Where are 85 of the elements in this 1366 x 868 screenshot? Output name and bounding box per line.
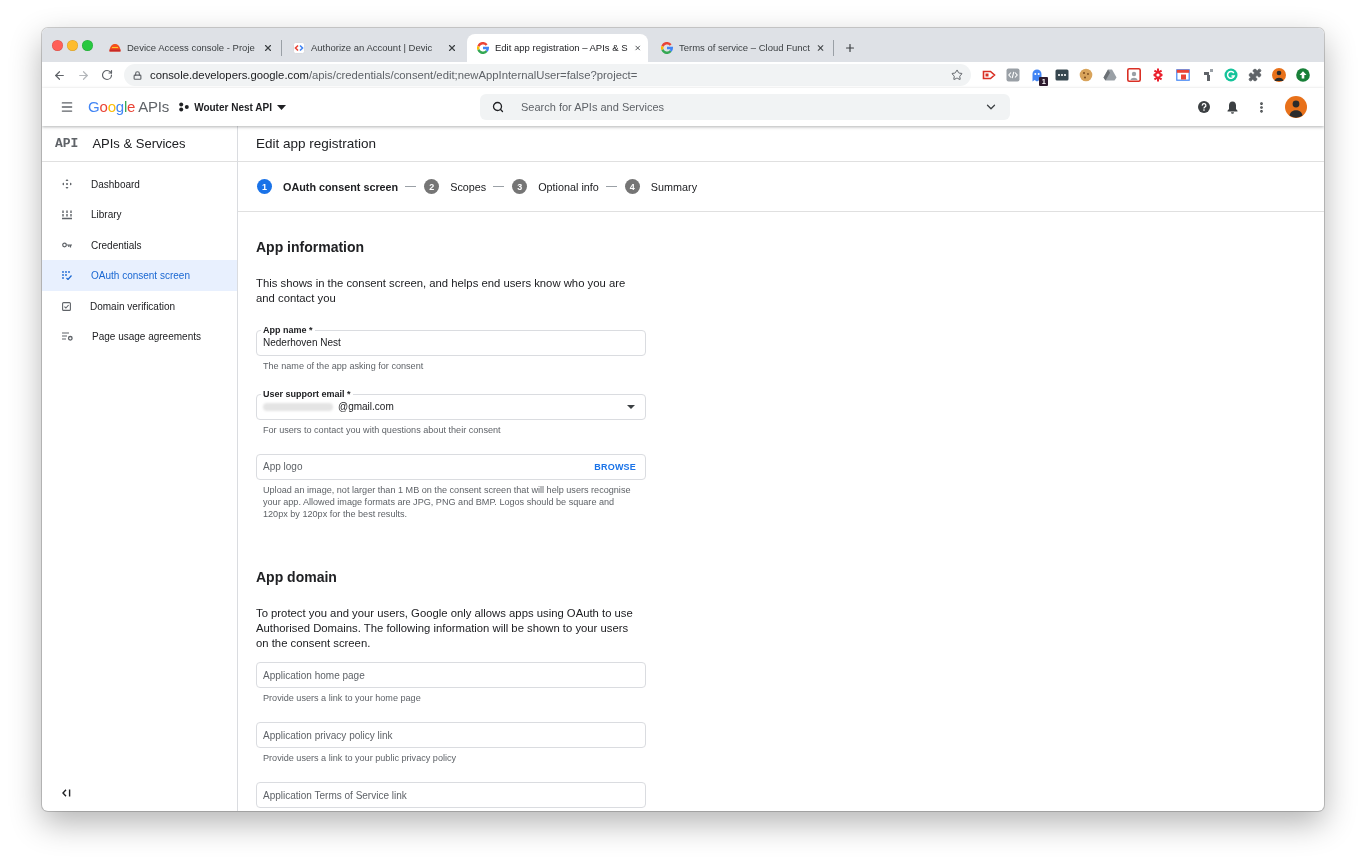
section-heading: App information — [256, 238, 366, 256]
ghost-icon[interactable] — [1030, 68, 1045, 82]
gear-icon[interactable] — [1151, 68, 1166, 82]
step[interactable]: 1 OAuth consent screen — [257, 179, 399, 194]
collapse-sidebar-icon[interactable] — [62, 789, 71, 797]
dome-icon — [109, 42, 121, 54]
dropdown-field[interactable]: User support email * @gmail.com — [256, 388, 646, 420]
sidebar-item[interactable]: OAuth consent screen — [42, 260, 237, 291]
browser-tab[interactable]: Authorize an Account | Devic — [283, 34, 464, 62]
code-icon[interactable] — [1006, 68, 1021, 82]
browse-button[interactable]: BROWSE — [590, 459, 636, 474]
diamond-arrows-icon — [62, 179, 72, 189]
section-heading: App domain — [256, 567, 338, 586]
help-icon[interactable] — [1198, 101, 1210, 113]
helper-text: Provide users a link to your public privacy policy — [262, 752, 458, 764]
star-icon[interactable] — [951, 69, 963, 81]
lock-icon — [133, 70, 142, 80]
section-description: To protect you and your users, Google only allows apps using OAuth to use Authorised Domains. The following information will be shown to your users on the consent screen. — [256, 605, 634, 651]
helper-text: Upload an image, not larger than 1 MB on the consent screen that will help users recognise your app. Allowed image formats are JPG, PNG and BMP. Logos should be square and 120px by 120px for the best results. — [262, 483, 632, 520]
tag-icon[interactable] — [982, 68, 996, 82]
g-logo-icon — [477, 42, 489, 54]
text-field[interactable]: Application privacy policy link — [256, 722, 646, 748]
section-description: This shows in the consent screen, and helps end users know who you are and contact you — [256, 276, 627, 306]
window-close-icon[interactable] — [52, 39, 63, 51]
helper-text: For users to contact you with questions about their consent — [262, 423, 502, 436]
sidebar-item[interactable]: Page usage agreements — [42, 321, 237, 352]
field-label: User support email * — [261, 388, 353, 399]
browser-tab[interactable]: Edit app registration – APIs & S — [467, 34, 648, 62]
avatar-icon[interactable] — [1272, 68, 1287, 82]
browser-tab[interactable]: Device Access console - Proje — [99, 34, 280, 62]
step[interactable]: 4 Summary — [624, 179, 698, 194]
sidebar-item[interactable]: Library — [42, 199, 237, 230]
avatar[interactable] — [1285, 96, 1307, 118]
text-field[interactable]: App name * Nederhoven Nest — [256, 324, 646, 356]
sidebar-item[interactable]: Dashboard — [42, 168, 237, 200]
text-field[interactable]: Application home page — [256, 662, 646, 688]
step-number: 4 — [624, 179, 640, 194]
api-logo: API — [55, 135, 79, 152]
address-bar[interactable]: console.developers.google.com/apis/credentials/consent/edit;newAppInternalUser=false?project= — [124, 64, 971, 86]
text-field[interactable]: Application Terms of Service link — [256, 782, 646, 808]
step[interactable]: 2 Scopes — [424, 179, 487, 194]
dots-cluster-icon — [179, 102, 190, 112]
url-text: console.developers.google.com/apis/credentials/consent/edit;newAppInternalUser=false?project= — [150, 68, 639, 82]
close-icon[interactable] — [263, 43, 273, 53]
file-upload-field[interactable]: App logo BROWSE — [256, 453, 646, 480]
caret-icon — [276, 104, 286, 110]
check-square-icon — [62, 301, 71, 311]
reload-icon[interactable] — [101, 69, 113, 81]
page-title: Edit app registration — [256, 135, 377, 152]
bars-grid-icon — [62, 209, 72, 220]
close-icon[interactable] — [815, 43, 825, 53]
triangle-icon[interactable] — [1102, 68, 1117, 82]
helper-text: The name of the app asking for consent — [262, 359, 425, 372]
browser-tab[interactable]: Terms of service – Cloud Funct — [651, 34, 832, 62]
new-tab-plus-icon[interactable] — [844, 42, 856, 54]
project-selector[interactable]: Wouter Nest API — [179, 101, 286, 113]
close-icon[interactable] — [633, 43, 641, 53]
helper-text: Provide users a link to your home page — [262, 692, 422, 704]
caret-icon — [627, 404, 635, 409]
google-apis-logo[interactable]: Google APIs — [88, 98, 170, 116]
step[interactable]: 3 Optional info — [512, 179, 599, 194]
dots-tile-icon[interactable] — [1054, 68, 1069, 82]
sidebar-item[interactable]: Domain verification — [42, 290, 237, 322]
key-icon — [62, 242, 72, 248]
menu-icon[interactable] — [60, 100, 74, 114]
step-number: 3 — [512, 179, 528, 194]
search-icon — [492, 101, 504, 113]
up-arrow-circle-icon[interactable] — [1296, 68, 1311, 82]
sidebar-title: APIs & Services — [92, 135, 186, 152]
code-brackets-icon — [293, 42, 305, 54]
close-icon[interactable] — [447, 43, 457, 53]
g-logo-icon — [661, 42, 673, 54]
list-gear-icon — [62, 332, 73, 341]
back-icon[interactable] — [53, 68, 66, 82]
step-number: 1 — [257, 179, 272, 194]
window-icon[interactable] — [1175, 68, 1190, 82]
search-field[interactable]: Search for APIs and Services — [480, 94, 1010, 120]
picture-frame-icon[interactable] — [1127, 68, 1142, 82]
cookie-icon[interactable] — [1078, 68, 1093, 82]
field-label: App name * — [261, 324, 315, 335]
bell-icon[interactable] — [1227, 100, 1238, 114]
puzzle-icon[interactable] — [1248, 68, 1263, 82]
sidebar-item[interactable]: Credentials — [42, 229, 237, 261]
dot-grid-check-icon — [62, 271, 72, 280]
step-number: 2 — [424, 179, 440, 194]
